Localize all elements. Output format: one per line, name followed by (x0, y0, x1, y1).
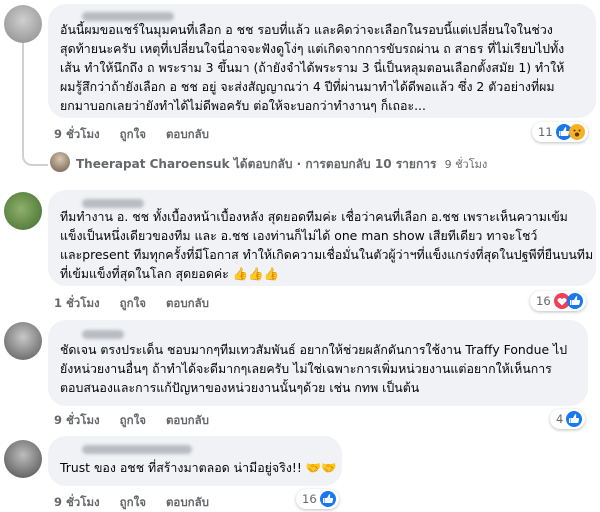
comment-line: ตอบสนองและการแก้ปัญหาของหน่วยงานนั้นๆด้ว… (60, 380, 420, 395)
reaction-count: 16 (536, 294, 551, 308)
like-reaction-icon (566, 411, 583, 427)
view-replies-link[interactable]: Theerapat Charoensuk ได้ตอบกลับ · การตอบ… (76, 155, 487, 174)
reaction-summary[interactable]: 16 (296, 489, 339, 509)
reply-button[interactable]: ตอบกลับ (166, 127, 209, 141)
like-button[interactable]: ถูกใจ (120, 296, 146, 310)
avatar[interactable] (4, 322, 42, 360)
replier-avatar[interactable] (50, 152, 70, 172)
reply-button[interactable]: ตอบกลับ (166, 495, 209, 509)
comment-line: และpresent ทีมทุกครั้งที่มีโอกาส ทำให้เก… (60, 247, 594, 262)
reply-thread-connector (22, 40, 48, 166)
reply-button[interactable]: ตอบกลับ (166, 413, 209, 427)
avatar[interactable] (4, 440, 42, 478)
comment-actions: 9 ชั่วโมง ถูกใจ ตอบกลับ (54, 126, 225, 144)
reaction-summary[interactable]: 11 (532, 122, 588, 142)
replies-count-text: ได้ตอบกลับ · การตอบกลับ 10 รายการ (229, 157, 437, 171)
comment-line: สุดท้ายนะครับ เหตุที่เปลี่ยนใจนี่อาจจะฟั… (60, 41, 565, 56)
commenter-name[interactable] (82, 12, 174, 21)
reply-time: 9 ชั่วโมง (444, 158, 488, 171)
comment-actions: 9 ชั่วโมง ถูกใจ ตอบกลับ (54, 412, 225, 430)
avatar[interactable] (4, 5, 42, 43)
timestamp[interactable]: 9 ชั่วโมง (54, 127, 100, 141)
avatar[interactable] (4, 192, 42, 230)
comment-line: แข็งเป็นหนึ่งเดียวของทีม และ อ.ชช เองท่า… (60, 228, 538, 243)
comment-line: ยังหน่วยงานอื่นๆ ถ้าทำได้จะดีมากๆเลยครับ… (60, 361, 552, 376)
comment-actions: 1 ชั่วโมง ถูกใจ ตอบกลับ (54, 295, 225, 313)
reaction-count: 11 (538, 125, 553, 139)
reply-button[interactable]: ตอบกลับ (166, 296, 209, 310)
comment-line: ยกมาบอกเลยว่ายังทำได้ไม่ดีพอครับ ต่อให้จ… (60, 98, 426, 113)
comment-line: อันนี้ผมขอแชร์ในมุมคนที่เลือก อ ชช รอบที… (60, 22, 553, 37)
reaction-summary[interactable]: 16 (530, 291, 586, 311)
commenter-name[interactable] (82, 199, 144, 208)
like-reaction-icon (319, 491, 336, 507)
like-button[interactable]: ถูกใจ (120, 495, 146, 509)
comment-line: Trust ของ อชช ที่สร้างมาตลอด น่ามีอยู่จร… (60, 460, 337, 475)
timestamp[interactable]: 9 ชั่วโมง (54, 495, 100, 509)
reaction-count: 4 (556, 412, 564, 426)
comment-actions: 9 ชั่วโมง ถูกใจ ตอบกลับ (54, 494, 225, 512)
timestamp[interactable]: 9 ชั่วโมง (54, 413, 100, 427)
haha-reaction-icon (568, 124, 585, 140)
comment-line: ชัดเจน ตรงประเด็น ชอบมากๆทีมเทวสัมพันธ์ … (60, 342, 568, 357)
comment-line: ที่เข้มแข็งที่สุดในโลก สุดยอดค่ะ 👍👍👍 (60, 266, 280, 281)
comment-line: ผมรู้สึกว่าถ้ายังเลือก อ ชช อยู่ จะส่งสั… (60, 79, 555, 94)
commenter-name[interactable] (82, 445, 192, 454)
reaction-count: 16 (302, 492, 317, 506)
comment-line: เส้น ทำให้นึกถึง ถ พระราม 3 ขึ้นมา (ถ้าย… (60, 60, 565, 75)
like-reaction-icon (566, 293, 583, 309)
comment-line: ทีมทำงาน อ. ชช ทั้งเบื้องหน้าเบื้องหลัง … (60, 209, 568, 224)
like-button[interactable]: ถูกใจ (120, 413, 146, 427)
commenter-name[interactable] (82, 330, 124, 339)
replier-name: Theerapat Charoensuk (76, 157, 230, 171)
reaction-summary[interactable]: 4 (550, 409, 586, 429)
like-button[interactable]: ถูกใจ (120, 127, 146, 141)
timestamp[interactable]: 1 ชั่วโมง (54, 296, 100, 310)
